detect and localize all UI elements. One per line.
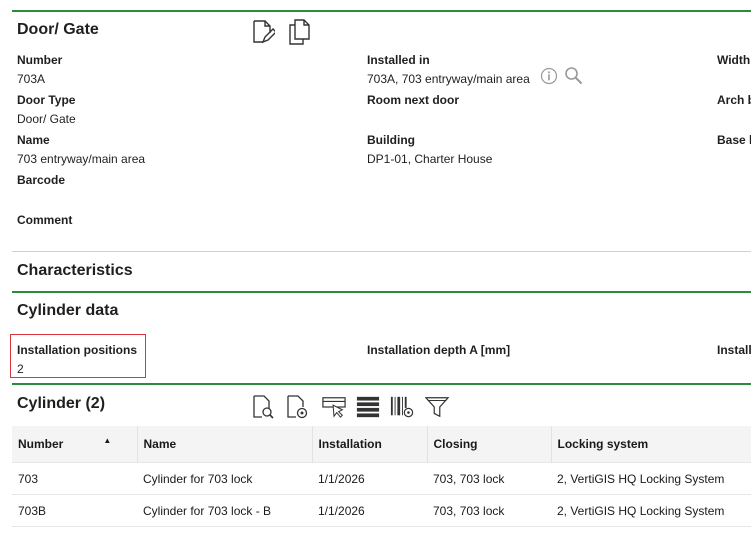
info-icon[interactable]: [540, 67, 558, 85]
cell-closing: 703, 703 lock: [427, 462, 551, 495]
label-barcode: Barcode: [17, 173, 66, 187]
column-header-closing[interactable]: Closing: [427, 426, 552, 463]
column-header-name[interactable]: Name: [137, 426, 313, 463]
column-header-number[interactable]: Number ▲: [12, 426, 138, 463]
label-arch: Arch b: [717, 93, 751, 107]
label-installation-positions: Installation positions: [17, 343, 138, 357]
label-width: Width: [717, 53, 751, 67]
copy-document-icon[interactable]: [287, 19, 311, 45]
cell-name: Cylinder for 703 lock: [137, 462, 312, 495]
table-row[interactable]: 703B Cylinder for 703 lock - B 1/1/2026 …: [12, 494, 751, 527]
label-install: Install: [717, 343, 751, 357]
section-title-door: Door/ Gate: [17, 21, 99, 38]
section-title-cylinder-list: Cylinder (2): [17, 395, 106, 412]
cell-locking-system: 2, VertiGIS HQ Locking System: [551, 462, 751, 495]
section-divider: [12, 383, 751, 385]
cell-number: 703B: [12, 494, 137, 527]
filter-icon[interactable]: [425, 394, 449, 420]
label-base: Base h: [717, 133, 751, 147]
label-comment: Comment: [17, 213, 73, 227]
section-divider: [12, 251, 751, 252]
label-door-type: Door Type: [17, 93, 76, 107]
card-cursor-icon[interactable]: [322, 394, 346, 420]
barcode-settings-icon[interactable]: [390, 394, 414, 420]
edit-document-icon[interactable]: [251, 19, 275, 45]
document-settings-icon[interactable]: [285, 394, 309, 420]
label-number: Number: [17, 53, 63, 67]
cell-installation: 1/1/2026: [312, 494, 427, 527]
search-icon[interactable]: [564, 66, 583, 85]
document-search-icon[interactable]: [251, 394, 275, 420]
value-door-type: Door/ Gate: [17, 112, 76, 126]
cell-locking-system: 2, VertiGIS HQ Locking System: [551, 494, 751, 527]
label-installation-depth: Installation depth A [mm]: [367, 343, 511, 357]
label-installed-in: Installed in: [367, 53, 430, 67]
value-installed-in: 703A, 703 entryway/main area: [367, 72, 530, 86]
cylinder-table: Number ▲ Name Installation Closing Lockin…: [12, 426, 751, 527]
table-header-row: Number ▲ Name Installation Closing Lockin…: [12, 426, 751, 463]
column-header-installation[interactable]: Installation: [312, 426, 428, 463]
column-header-locking-system[interactable]: Locking system: [551, 426, 751, 463]
label-room-next-door: Room next door: [367, 93, 459, 107]
section-title-cylinder-data: Cylinder data: [17, 302, 119, 319]
label-name: Name: [17, 133, 50, 147]
cell-closing: 703, 703 lock: [427, 494, 551, 527]
label-building: Building: [367, 133, 415, 147]
cell-number: 703: [12, 462, 137, 495]
section-title-characteristics: Characteristics: [17, 262, 133, 279]
value-building: DP1-01, Charter House: [367, 152, 493, 166]
cell-installation: 1/1/2026: [312, 462, 427, 495]
section-divider: [12, 10, 751, 12]
value-number: 703A: [17, 72, 46, 86]
cell-name: Cylinder for 703 lock - B: [137, 494, 312, 527]
sort-ascending-icon: ▲: [103, 436, 112, 445]
value-name: 703 entryway/main area: [17, 152, 146, 166]
table-row[interactable]: 703 Cylinder for 703 lock 1/1/2026 703, …: [12, 462, 751, 495]
value-installation-positions: 2: [17, 362, 24, 376]
section-divider: [12, 291, 751, 293]
list-icon[interactable]: [356, 394, 380, 420]
